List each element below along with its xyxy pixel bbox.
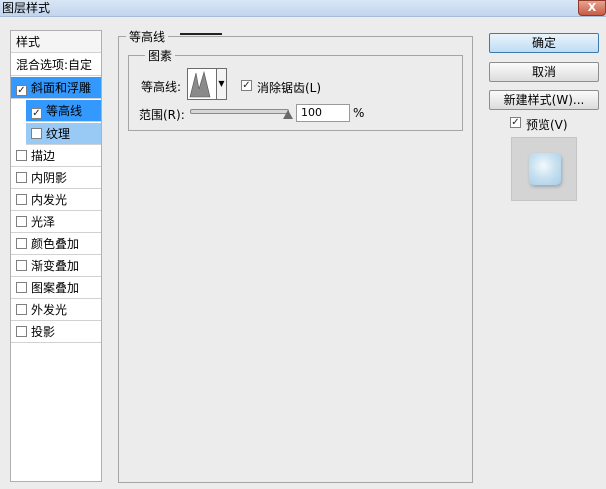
style-item-drop-shadow[interactable]: 投影 [11, 321, 101, 343]
style-item-inner-shadow[interactable]: 内阴影 [11, 167, 101, 189]
style-list: 样式 混合选项:自定 ✓ 斜面和浮雕 ✓ 等高线 纹理 描边 内阴影 内发光 光泽 … [10, 30, 102, 482]
group-title: 图素 [145, 47, 176, 64]
style-item-label: 斜面和浮雕 [31, 81, 92, 95]
blend-options-item[interactable]: 混合选项:自定 [11, 54, 101, 76]
checkbox-icon[interactable] [16, 260, 27, 271]
style-item-label: 内阴影 [31, 171, 68, 185]
style-item-color-overlay[interactable]: 颜色叠加 [11, 233, 101, 255]
style-item-gradient-overlay[interactable]: 渐变叠加 [11, 255, 101, 277]
contour-curve-icon [189, 70, 211, 98]
close-button[interactable]: X [578, 0, 606, 16]
style-list-header: 样式 [11, 31, 101, 53]
contour-label: 等高线: [141, 80, 182, 94]
style-item-label: 内发光 [31, 193, 68, 207]
new-style-button[interactable]: 新建样式(W)... [489, 90, 599, 110]
range-unit: % [353, 106, 365, 120]
style-preview [511, 137, 577, 201]
style-item-inner-glow[interactable]: 内发光 [11, 189, 101, 211]
window-title: 图层样式 [2, 1, 51, 15]
contour-dropdown-button[interactable]: ▼ [217, 68, 227, 100]
style-item-label: 颜色叠加 [31, 237, 80, 251]
style-item-label: 等高线 [46, 104, 83, 118]
style-item-label: 外发光 [31, 303, 68, 317]
style-item-contour[interactable]: ✓ 等高线 [26, 100, 101, 122]
cancel-button[interactable]: 取消 [489, 62, 599, 82]
checkbox-checked-icon[interactable]: ✓ [16, 85, 27, 96]
checkbox-icon[interactable] [16, 172, 27, 183]
range-label: 范围(R): [139, 108, 185, 122]
style-item-bevel-emboss[interactable]: ✓ 斜面和浮雕 [11, 77, 101, 99]
ok-button[interactable]: 确定 [489, 33, 599, 53]
range-slider-track[interactable] [190, 109, 289, 114]
style-item-pattern-overlay[interactable]: 图案叠加 [11, 277, 101, 299]
panel-title: 等高线 [126, 28, 169, 45]
checkbox-icon[interactable] [16, 304, 27, 315]
range-slider-thumb[interactable] [283, 110, 293, 119]
checkbox-icon[interactable] [16, 282, 27, 293]
checkbox-icon[interactable] [16, 216, 27, 227]
range-input[interactable]: 100 [296, 104, 350, 122]
style-item-label: 渐变叠加 [31, 259, 80, 273]
checkbox-icon[interactable] [31, 128, 42, 139]
preview-swatch [529, 153, 561, 185]
contour-picker[interactable] [187, 68, 217, 100]
checkbox-checked-icon[interactable]: ✓ [31, 108, 42, 119]
checkbox-icon[interactable] [16, 326, 27, 337]
style-item-outer-glow[interactable]: 外发光 [11, 299, 101, 321]
style-item-label: 描边 [31, 149, 56, 163]
style-item-texture[interactable]: 纹理 [26, 123, 101, 145]
checkbox-icon[interactable] [16, 238, 27, 249]
title-bar: 图层样式 X [0, 0, 606, 17]
preview-checkbox-icon[interactable]: ✓ [510, 117, 521, 128]
antialias-checkbox-icon[interactable]: ✓ [241, 80, 252, 91]
preview-label[interactable]: 预览(V) [526, 116, 568, 133]
style-item-label: 投影 [31, 325, 56, 339]
style-item-label: 图案叠加 [31, 281, 80, 295]
style-item-label: 纹理 [46, 127, 71, 141]
checkbox-icon[interactable] [16, 150, 27, 161]
antialias-label[interactable]: 消除锯齿(L) [257, 79, 321, 96]
style-item-stroke[interactable]: 描边 [11, 145, 101, 167]
style-item-satin[interactable]: 光泽 [11, 211, 101, 233]
title-divider [180, 33, 222, 35]
style-item-label: 光泽 [31, 215, 56, 229]
checkbox-icon[interactable] [16, 194, 27, 205]
